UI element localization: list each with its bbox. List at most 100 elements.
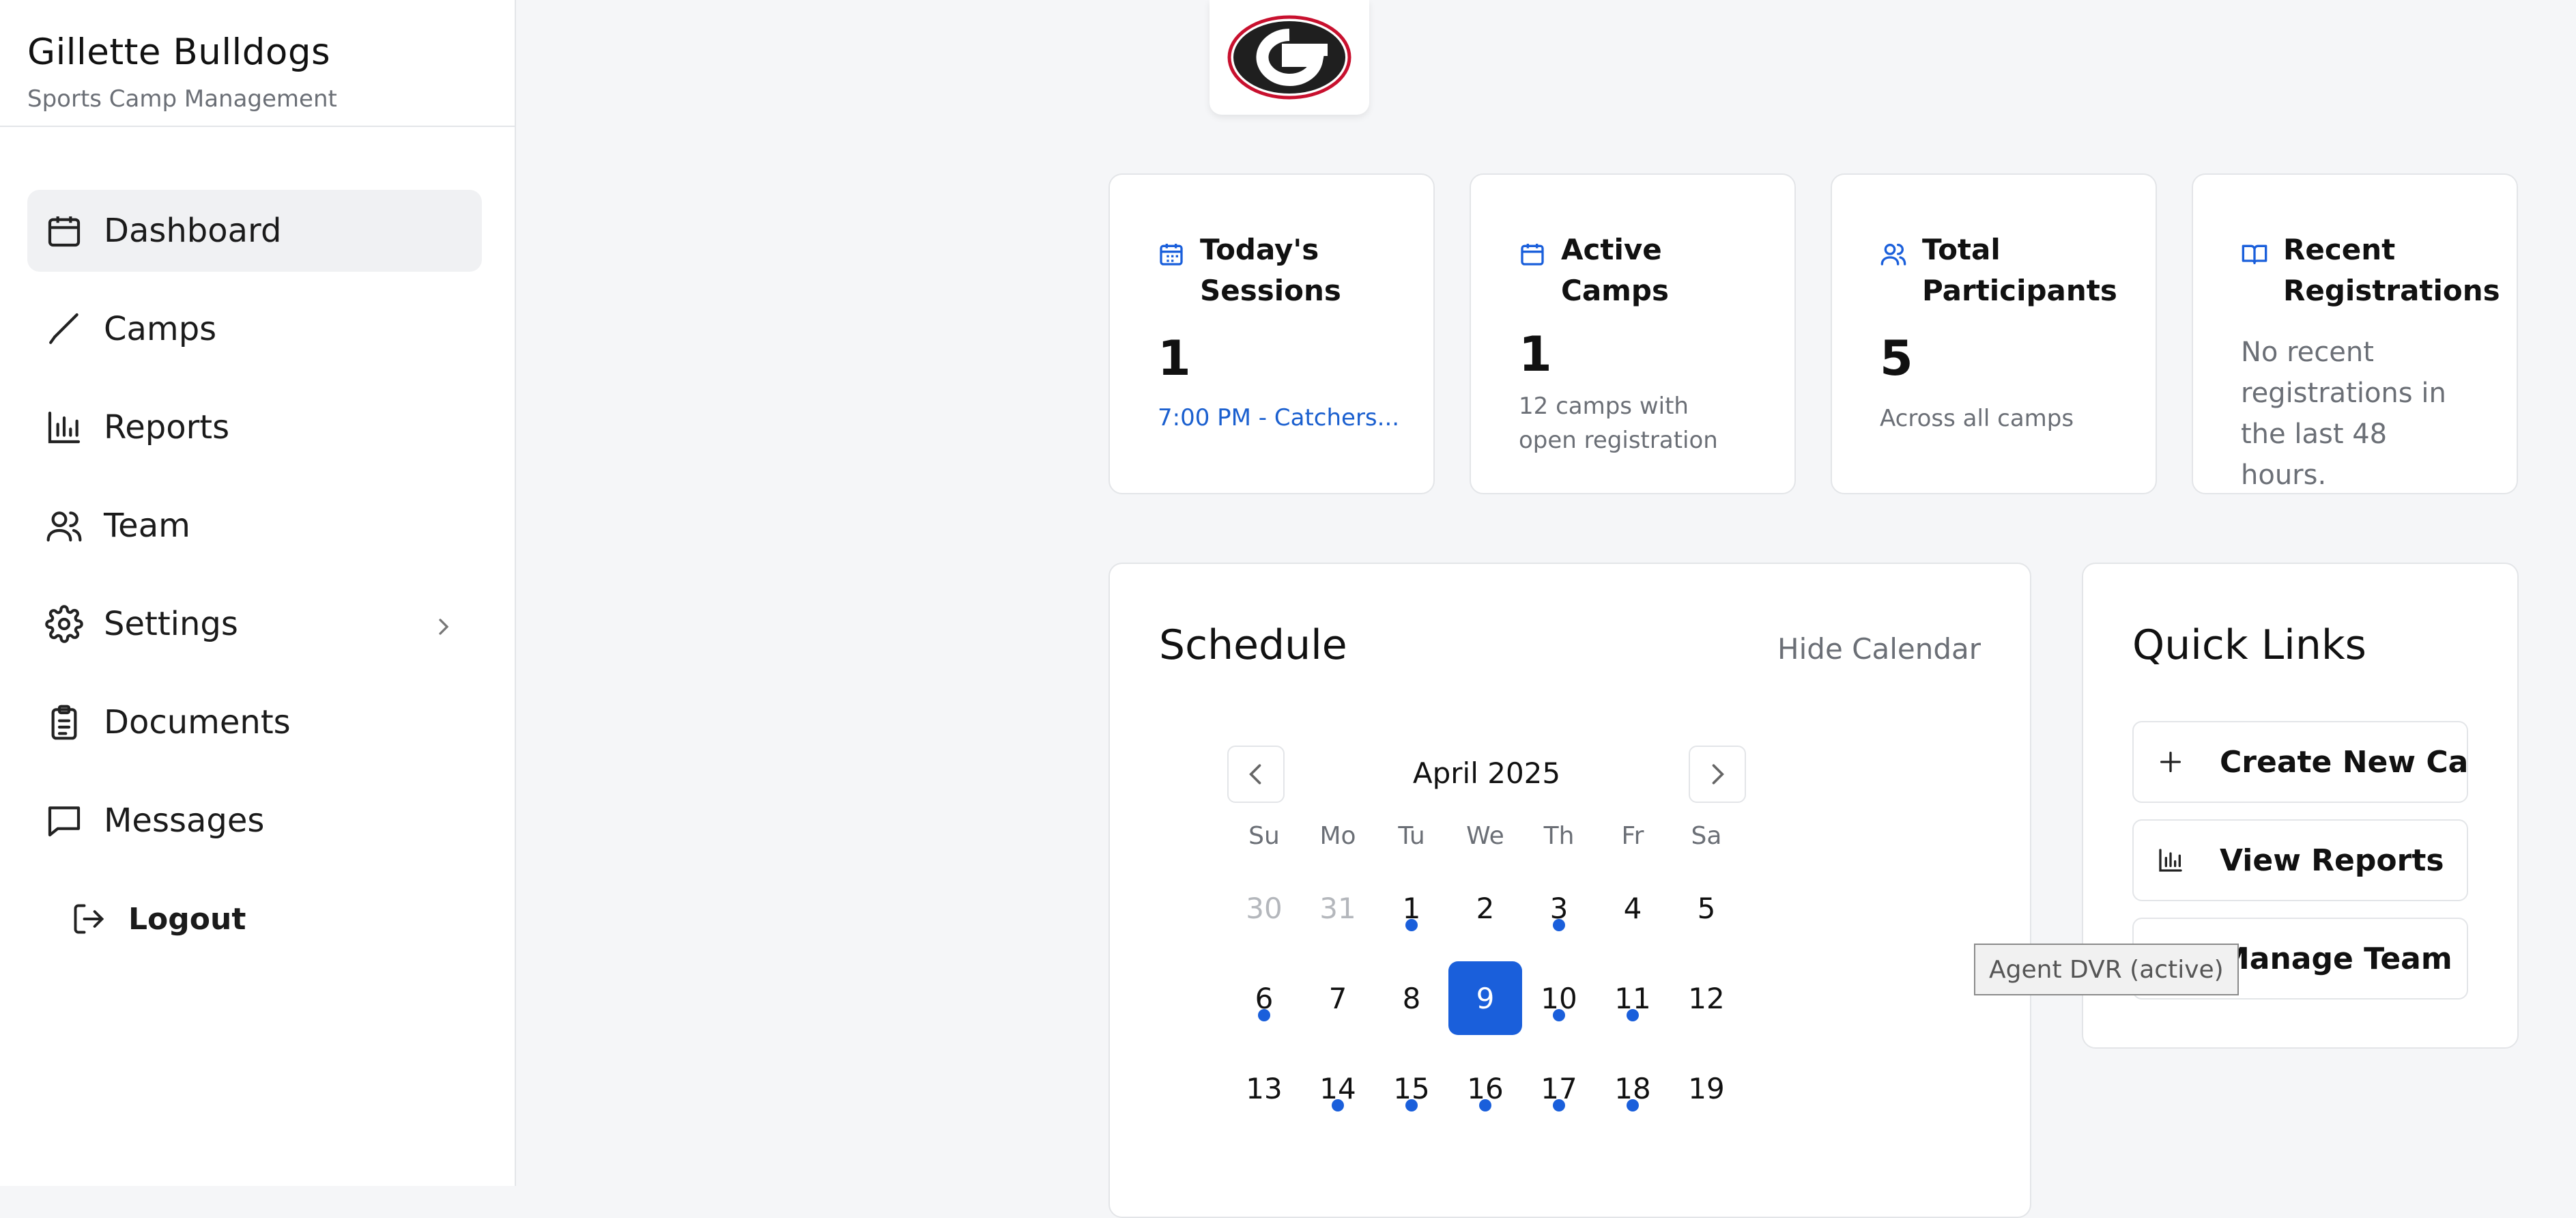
view-reports-button[interactable]: View Reports [2132, 819, 2468, 901]
quick-link-label: Manage Team [2220, 941, 2452, 976]
sidebar-item-camps[interactable]: Camps [27, 288, 482, 370]
calendar: April 2025 Su Mo Tu We Th Fr Sa 30 31 1 2 3 4 5 6 7 8 9 10… [1227, 746, 1746, 1133]
calendar-day-number: 7 [1328, 981, 1347, 1015]
calendar-day[interactable]: 13 [1227, 1043, 1301, 1133]
calendar-day-number: 30 [1246, 891, 1283, 925]
schedule-card: Schedule Hide Calendar April 2025 Su Mo Tu… [1108, 563, 2031, 1218]
bar-chart-icon [44, 407, 85, 448]
sidebar-item-documents[interactable]: Documents [27, 681, 482, 763]
stat-label: Today's Sessions [1200, 233, 1341, 307]
stat-value: 1 [1519, 326, 1552, 382]
calendar-day[interactable]: 9 [1448, 953, 1522, 1043]
weekday-label: Su [1248, 822, 1280, 850]
quick-links-title: Quick Links [2132, 621, 2366, 669]
calendar-day[interactable]: 6 [1227, 953, 1301, 1043]
calendar-day-number: 5 [1697, 891, 1716, 925]
calendar-day[interactable]: 15 [1375, 1043, 1448, 1133]
sidebar-item-label: Dashboard [104, 212, 282, 250]
stat-card-total-participants: Total Participants 5 Across all camps [1831, 173, 2157, 494]
book-icon [2241, 240, 2268, 268]
event-dot [1627, 1009, 1639, 1021]
sidebar-item-settings[interactable]: Settings [27, 583, 482, 665]
stat-value: 5 [1880, 330, 1913, 386]
brand-subtitle: Sports Camp Management [27, 85, 337, 113]
bar-chart-icon [2154, 844, 2187, 877]
tooltip: Agent DVR (active) [1974, 944, 2239, 995]
gear-icon [44, 604, 85, 645]
event-dot [1479, 1099, 1491, 1111]
sidebar-item-label: Settings [104, 605, 238, 643]
sidebar-item-label: Documents [104, 703, 291, 741]
calendar-icon [44, 210, 85, 251]
next-month-button[interactable] [1689, 746, 1746, 803]
calendar-day[interactable]: 4 [1596, 863, 1670, 953]
sidebar-item-label: Reports [104, 408, 230, 447]
calendar-day[interactable]: 30 [1227, 863, 1301, 953]
sidebar-item-label: Team [104, 507, 190, 545]
team-logo [1210, 0, 1369, 115]
weekday-label: Th [1543, 822, 1575, 850]
event-dot [1553, 1099, 1565, 1111]
event-dot [1332, 1099, 1344, 1111]
stat-value: 1 [1158, 330, 1191, 386]
weekday-label: Fr [1621, 822, 1644, 850]
plus-icon [2154, 746, 2187, 778]
logout-label: Logout [128, 901, 246, 937]
brand: Gillette Bulldogs Sports Camp Management [0, 0, 515, 127]
sidebar-item-reports[interactable]: Reports [27, 386, 482, 468]
stat-card-todays-sessions: Today's Sessions 1 7:00 PM - Catchers... [1108, 173, 1435, 494]
calendar-day-number: 8 [1402, 981, 1421, 1015]
calendar-day[interactable]: 7 [1301, 953, 1375, 1043]
chevron-right-icon [1712, 764, 1724, 784]
hide-calendar-button[interactable]: Hide Calendar [1777, 632, 1981, 666]
create-new-camp-button[interactable]: Create New Camp [2132, 721, 2468, 803]
calendar-day[interactable]: 12 [1670, 953, 1743, 1043]
calendar-day[interactable]: 11 [1596, 953, 1670, 1043]
bat-icon [44, 309, 85, 350]
calendar-day[interactable]: 18 [1596, 1043, 1670, 1133]
calendar-day[interactable]: 1 [1375, 863, 1448, 953]
calendar-day-number: 31 [1319, 891, 1356, 925]
calendar-day-number: 13 [1246, 1071, 1283, 1105]
schedule-title: Schedule [1159, 621, 1347, 669]
sidebar-nav: Dashboard Camps Reports Team Settings Do… [0, 127, 515, 960]
stat-label: Total Participants [1922, 233, 2117, 307]
calendar-day[interactable]: 19 [1670, 1043, 1743, 1133]
sidebar: Gillette Bulldogs Sports Camp Management… [0, 0, 516, 1186]
calendar-icon [1158, 240, 1185, 268]
calendar-day[interactable]: 3 [1522, 863, 1596, 953]
message-icon [44, 800, 85, 841]
calendar-day[interactable]: 17 [1522, 1043, 1596, 1133]
sidebar-item-label: Messages [104, 802, 265, 840]
sidebar-item-messages[interactable]: Messages [27, 780, 482, 862]
calendar-day[interactable]: 8 [1375, 953, 1448, 1043]
users-icon [1880, 240, 1907, 268]
calendar-day-number: 9 [1448, 961, 1522, 1035]
logout-button[interactable]: Logout [27, 878, 482, 960]
clipboard-icon [44, 702, 85, 743]
weekday-label: We [1466, 822, 1504, 850]
weekday-label: Sa [1691, 822, 1722, 850]
calendar-day[interactable]: 5 [1670, 863, 1743, 953]
quick-link-label: Create New Camp [2220, 744, 2468, 780]
weekday-label: Mo [1319, 822, 1356, 850]
calendar-day-number: 4 [1623, 891, 1642, 925]
calendar-day[interactable]: 16 [1448, 1043, 1522, 1133]
stat-card-active-camps: Active Camps 1 12 camps with open regist… [1470, 173, 1796, 494]
event-dot [1405, 1099, 1418, 1111]
sidebar-item-team[interactable]: Team [27, 485, 482, 567]
event-dot [1405, 919, 1418, 931]
stat-label: Active Camps [1561, 233, 1669, 307]
quick-link-label: View Reports [2220, 842, 2444, 878]
stat-note: 12 camps with open registration [1519, 393, 1718, 454]
calendar-icon [1519, 240, 1546, 268]
calendar-day[interactable]: 2 [1448, 863, 1522, 953]
calendar-day[interactable]: 10 [1522, 953, 1596, 1043]
session-link[interactable]: 7:00 PM - Catchers... [1158, 404, 1399, 431]
stat-note: Across all camps [1880, 405, 2074, 432]
calendar-day[interactable]: 31 [1301, 863, 1375, 953]
users-icon [44, 505, 85, 546]
sidebar-item-dashboard[interactable]: Dashboard [27, 190, 482, 272]
calendar-day[interactable]: 14 [1301, 1043, 1375, 1133]
weekday-label: Tu [1398, 822, 1425, 850]
